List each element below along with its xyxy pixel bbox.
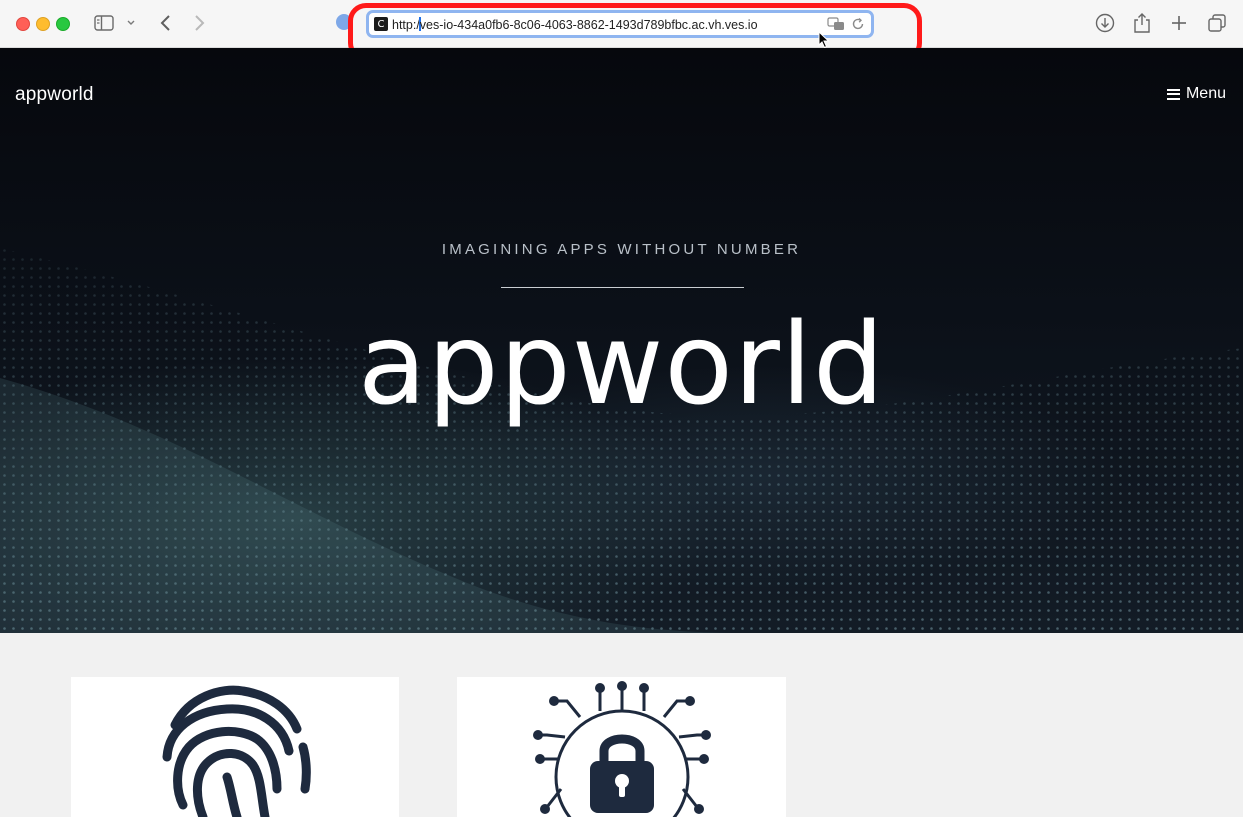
site-favicon-icon: C [374, 17, 388, 31]
hero-tagline: IMAGINING APPS WITHOUT NUMBER [441, 241, 802, 258]
url-prefix: http:/ [392, 17, 420, 32]
feature-card[interactable] [457, 677, 786, 817]
sidebar-toggle-icon[interactable] [94, 11, 114, 35]
close-window-button[interactable] [16, 17, 30, 31]
tab-overview-icon[interactable] [1207, 11, 1227, 35]
menu-button[interactable]: Menu [1166, 85, 1226, 103]
back-arrow-icon[interactable] [158, 11, 172, 35]
hero-section: appworld Menu IMAGINING APPS WITHOUT NUM… [0, 48, 1243, 633]
url-rest: ves-io-434a0fb6-8c06-4063-8862-1493d789b… [419, 17, 758, 32]
fingerprint-icon [162, 685, 311, 817]
minimize-window-button[interactable] [36, 17, 50, 31]
chevron-down-icon[interactable] [126, 11, 136, 35]
zoom-window-button[interactable] [56, 17, 70, 31]
hero-divider [501, 287, 744, 288]
address-bar[interactable]: C http:/ves-io-434a0fb6-8c06-4063-8862-1… [366, 10, 874, 38]
reload-icon[interactable] [851, 17, 865, 36]
share-icon[interactable] [1133, 11, 1151, 35]
site-logo[interactable]: appworld [15, 84, 94, 106]
url-text[interactable]: http:/ves-io-434a0fb6-8c06-4063-8862-149… [392, 16, 817, 32]
feature-card[interactable] [71, 677, 399, 817]
browser-toolbar: C http:/ves-io-434a0fb6-8c06-4063-8862-1… [0, 0, 1243, 61]
menu-label: Menu [1185, 85, 1226, 102]
forward-arrow-icon[interactable] [193, 11, 207, 35]
downloads-icon[interactable] [1095, 11, 1115, 35]
circuit-lock-icon [533, 681, 711, 817]
new-tab-icon[interactable] [1170, 11, 1188, 35]
hamburger-icon [1166, 88, 1180, 100]
hero-title: appworld [357, 300, 886, 430]
